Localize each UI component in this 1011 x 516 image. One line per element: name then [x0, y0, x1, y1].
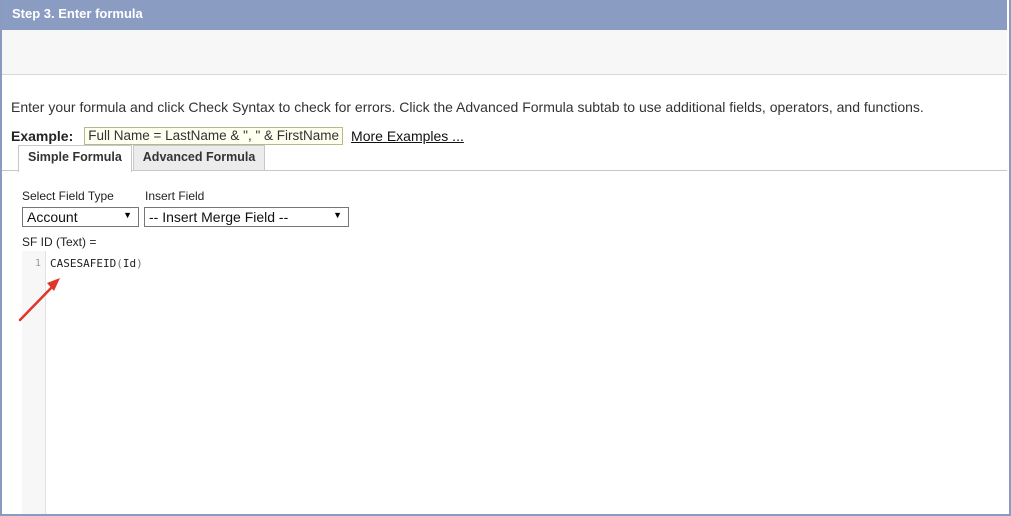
formula-target-label: SF ID (Text) =: [22, 235, 97, 249]
tab-divider: [2, 170, 1007, 171]
insert-field-label: Insert Field: [145, 189, 205, 203]
section-band: [2, 30, 1007, 75]
dropdown-arrow-icon: ▼: [123, 210, 132, 220]
step-title: Step 3. Enter formula: [12, 6, 143, 21]
field-type-label: Select Field Type: [22, 189, 114, 203]
instructions-text: Enter your formula and click Check Synta…: [11, 99, 924, 115]
annotation-arrow-icon: [18, 278, 60, 322]
insert-field-value: -- Insert Merge Field --: [149, 209, 289, 225]
line-number: 1: [34, 258, 41, 269]
code-paren-close: ): [136, 257, 143, 270]
insert-field-select[interactable]: -- Insert Merge Field -- ▼: [144, 207, 349, 227]
field-type-select[interactable]: Account ▼: [22, 207, 139, 227]
code-paren-open: (: [116, 257, 123, 270]
code-argument: Id: [122, 257, 137, 270]
example-formula: Full Name = LastName & ", " & FirstName: [84, 127, 344, 145]
code-function: CASESAFEID: [50, 257, 117, 270]
tab-advanced-formula[interactable]: Advanced Formula: [132, 145, 266, 171]
formula-editor[interactable]: 1 CASESAFEID(Id): [22, 251, 1007, 514]
example-label: Example:: [11, 128, 74, 144]
more-examples-link[interactable]: More Examples ...: [351, 128, 464, 144]
example-row: Example: Full Name = LastName & ", " & F…: [11, 127, 464, 145]
field-type-value: Account: [27, 209, 78, 225]
dropdown-arrow-icon: ▼: [333, 210, 342, 220]
tab-simple-formula[interactable]: Simple Formula: [18, 145, 132, 172]
formula-tabs: Simple Formula Advanced Formula: [18, 145, 266, 172]
formula-code[interactable]: CASESAFEID(Id): [50, 257, 143, 270]
step-header: Step 3. Enter formula: [2, 0, 1007, 30]
